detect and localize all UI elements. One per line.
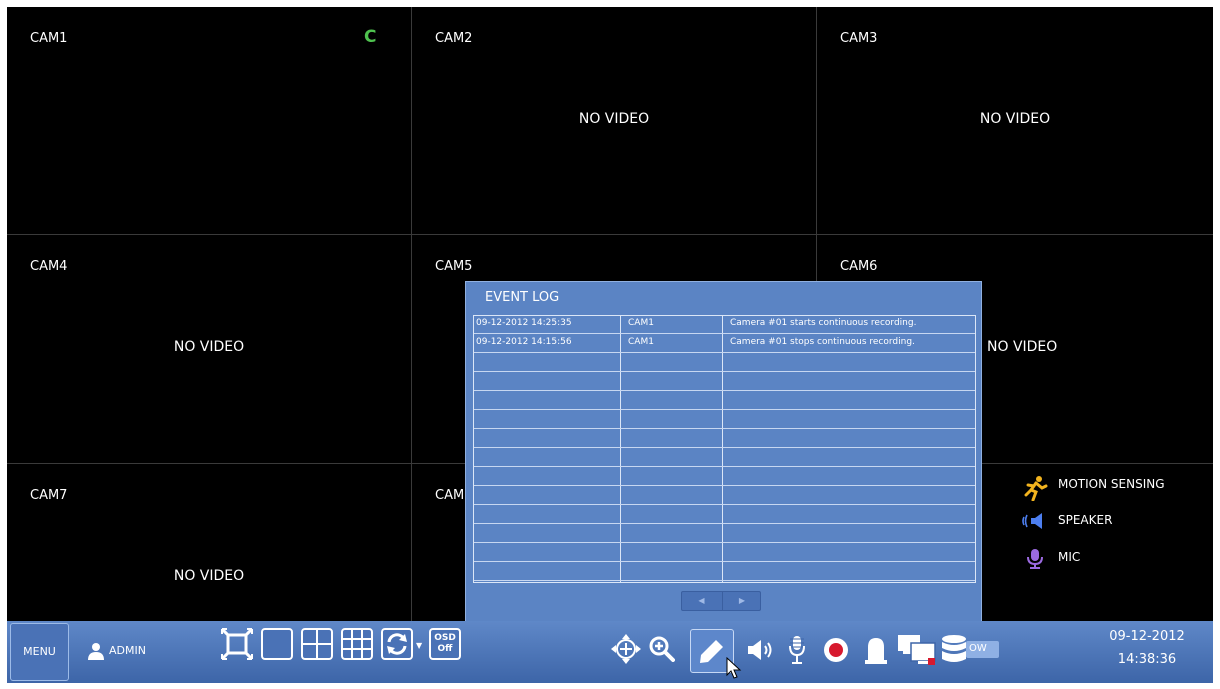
live-view-screen: CAM1 C CAM2 NO VIDEO CAM3 NO VIDEO CAM4 … — [7, 7, 1213, 683]
layout-1-button[interactable] — [261, 628, 293, 660]
layout-4-button[interactable] — [301, 628, 333, 660]
table-row[interactable] — [474, 449, 975, 467]
record-icon[interactable] — [823, 637, 849, 663]
table-row[interactable] — [474, 487, 975, 505]
layout-9-button[interactable] — [341, 628, 373, 660]
camera-tile[interactable]: CAM2 NO VIDEO — [412, 7, 817, 235]
table-row[interactable] — [474, 373, 975, 391]
fullscreen-icon — [220, 627, 254, 661]
cell-time: 09-12-2012 14:25:35 — [476, 318, 572, 328]
camera-label: CAM6 — [840, 259, 878, 274]
recording-status-badge: C — [364, 27, 377, 47]
next-page-button[interactable]: ▶ — [722, 592, 761, 610]
osd-toggle-button[interactable]: OSD Off — [429, 628, 461, 660]
event-log-table: 09-12-2012 14:25:35 CAM1 Camera #01 starts… — [473, 315, 976, 583]
speaker-icon — [1022, 513, 1042, 529]
legend-label: MIC — [1058, 550, 1081, 564]
table-row[interactable] — [474, 430, 975, 448]
sequence-button[interactable] — [381, 628, 413, 660]
camera-tile[interactable]: CAM7 NO VIDEO — [7, 464, 412, 621]
table-row[interactable] — [474, 525, 975, 543]
camera-tile[interactable]: CAM4 NO VIDEO — [7, 235, 412, 464]
running-man-icon — [1024, 476, 1048, 502]
camera-label: CAM2 — [435, 31, 473, 46]
mic-icon — [1027, 549, 1043, 569]
cell-time: 09-12-2012 14:15:56 — [476, 337, 572, 347]
table-row[interactable] — [474, 392, 975, 410]
osd-label: OSD — [434, 633, 456, 643]
table-row[interactable] — [474, 411, 975, 429]
alarm-icon[interactable] — [863, 635, 889, 665]
menu-label: MENU — [23, 645, 56, 658]
sequence-dropdown-icon[interactable]: ▼ — [416, 641, 422, 650]
no-video-label: NO VIDEO — [173, 568, 245, 584]
table-row[interactable] — [474, 354, 975, 372]
bottom-toolbar: MENU ADMIN ▼ OSD Off OW 09-12-2012 14:38… — [7, 621, 1213, 683]
legend-speaker: SPEAKER — [1022, 511, 1112, 534]
current-date: 09-12-2012 — [1109, 629, 1185, 644]
no-video-label: NO VIDEO — [987, 339, 1058, 355]
zoom-icon[interactable] — [649, 636, 675, 662]
cell-camera: CAM1 — [628, 337, 654, 347]
no-video-label: NO VIDEO — [173, 339, 245, 355]
pager: ◀ ▶ — [681, 591, 761, 611]
camera-label: CAM5 — [435, 259, 473, 274]
user-label: ADMIN — [109, 644, 146, 657]
monitor-icon[interactable] — [897, 633, 937, 669]
table-row[interactable]: 09-12-2012 14:25:35 CAM1 Camera #01 starts… — [474, 316, 975, 334]
fullscreen-button[interactable] — [220, 627, 254, 661]
no-video-label: NO VIDEO — [578, 111, 650, 127]
legend-label: MOTION SENSING — [1058, 477, 1165, 491]
table-row[interactable] — [474, 544, 975, 562]
storage-overwrite-indicator: OW — [966, 641, 999, 658]
osd-icon: OSD Off — [431, 633, 459, 655]
cursor-icon — [726, 657, 742, 679]
cell-event: Camera #01 stops continuous recording. — [730, 337, 915, 347]
osd-state-label: Off — [437, 644, 453, 654]
camera-label: CAM3 — [840, 31, 878, 46]
menu-button[interactable]: MENU — [10, 623, 69, 681]
ptz-icon[interactable] — [611, 634, 641, 664]
no-video-label: NO VIDEO — [979, 111, 1051, 127]
camera-label: CAM — [435, 488, 465, 503]
legend-motion-sensing: MOTION SENSING — [1022, 475, 1165, 504]
table-row[interactable]: 09-12-2012 14:15:56 CAM1 Camera #01 stops … — [474, 335, 975, 353]
audio-icon[interactable] — [746, 637, 776, 663]
storage-label: OW — [969, 643, 987, 654]
camera-label: CAM4 — [30, 259, 68, 274]
dialog-title: EVENT LOG — [485, 290, 560, 305]
prev-page-button[interactable]: ◀ — [682, 592, 721, 610]
camera-tile[interactable]: CAM3 NO VIDEO — [817, 7, 1213, 235]
user-icon — [88, 643, 104, 660]
table-row[interactable] — [474, 563, 975, 581]
current-time: 14:38:36 — [1117, 652, 1177, 667]
sequence-icon — [387, 633, 407, 655]
camera-label: CAM1 — [30, 31, 68, 46]
camera-label: CAM7 — [30, 488, 68, 503]
legend-mic: MIC — [1022, 548, 1080, 573]
table-row[interactable] — [474, 506, 975, 524]
storage-icon[interactable] — [940, 633, 968, 667]
mic-icon[interactable] — [787, 634, 807, 666]
table-row[interactable] — [474, 468, 975, 486]
legend-label: SPEAKER — [1058, 513, 1113, 527]
event-log-dialog: EVENT LOG 09-12-2012 14:25:35 CAM1 Camera … — [465, 281, 982, 622]
cell-event: Camera #01 starts continuous recording. — [730, 318, 917, 328]
camera-tile[interactable]: CAM1 C — [7, 7, 412, 235]
cell-camera: CAM1 — [628, 318, 654, 328]
